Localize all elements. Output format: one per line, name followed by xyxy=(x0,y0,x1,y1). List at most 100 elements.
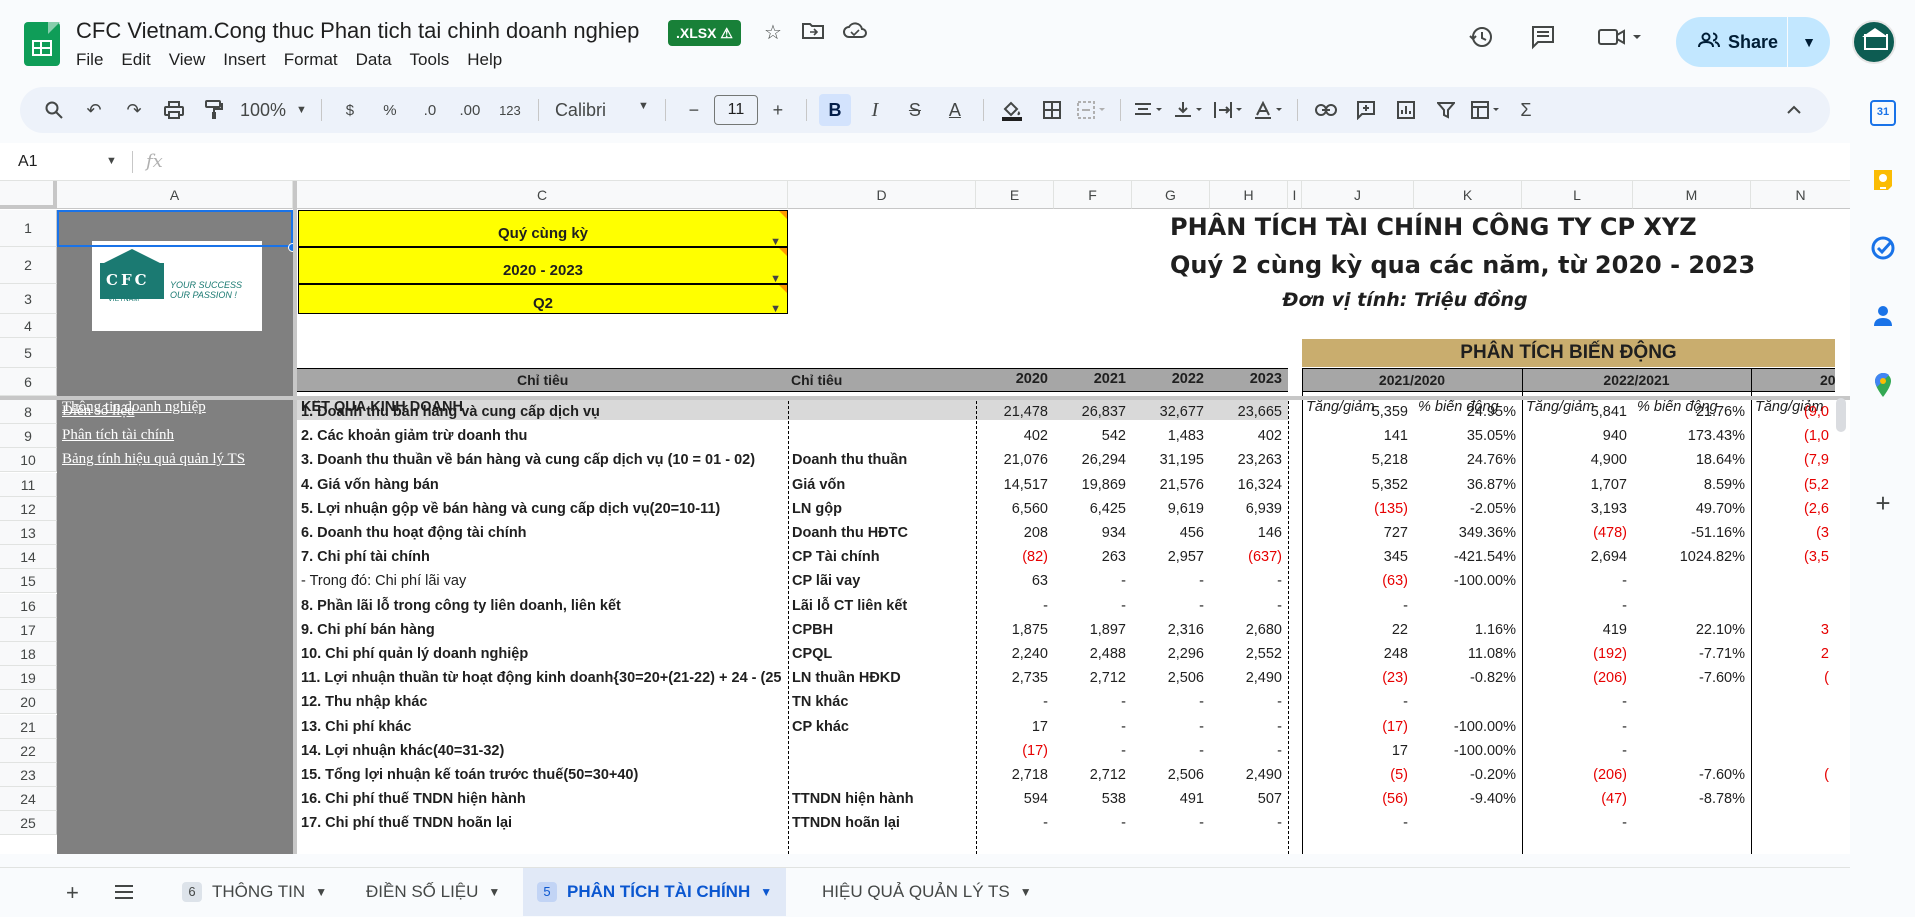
comments-icon[interactable] xyxy=(1526,24,1560,58)
increase-decimal-button[interactable]: .00 xyxy=(454,94,486,126)
horizontal-align-icon[interactable] xyxy=(1133,94,1165,126)
sheet-tab-dropdown-icon[interactable]: ▼ xyxy=(315,885,327,899)
row-header-25[interactable]: 25 xyxy=(0,811,57,836)
column-header-m[interactable]: M xyxy=(1633,181,1751,209)
sheet-tab-hieu-qua-quan-ly-ts[interactable]: HIỆU QUẢ QUẢN LÝ TS ▼ xyxy=(808,868,1046,916)
frozen-rows-divider[interactable] xyxy=(0,396,1850,400)
maps-icon[interactable] xyxy=(1870,372,1896,398)
column-header-a[interactable]: A xyxy=(57,181,293,209)
insert-link-icon[interactable] xyxy=(1310,94,1342,126)
tasks-icon[interactable] xyxy=(1870,236,1896,262)
share-dropdown-icon[interactable]: ▼ xyxy=(1788,34,1830,50)
sheet-tab-dropdown-icon[interactable]: ▼ xyxy=(1020,885,1032,899)
name-box[interactable]: A1 xyxy=(18,153,38,171)
italic-button[interactable]: I xyxy=(859,94,891,126)
column-header-l[interactable]: L xyxy=(1522,181,1633,209)
row-header-5[interactable]: 5 xyxy=(0,338,57,368)
share-button[interactable]: Share ▼ xyxy=(1676,17,1830,67)
document-title[interactable]: CFC Vietnam.Cong thuc Phan tich tai chin… xyxy=(76,18,639,44)
strikethrough-button[interactable]: S xyxy=(899,94,931,126)
contacts-icon[interactable] xyxy=(1870,304,1896,330)
insert-chart-icon[interactable] xyxy=(1390,94,1422,126)
undo-icon[interactable]: ↶ xyxy=(78,94,110,126)
sheet-tab-thong-tin[interactable]: 6 THÔNG TIN ▼ xyxy=(168,868,341,916)
row-header-15[interactable]: 15 xyxy=(0,569,57,594)
sheet-tab-dropdown-icon[interactable]: ▼ xyxy=(760,885,772,899)
column-header-c[interactable]: C xyxy=(297,181,788,209)
row-header-17[interactable]: 17 xyxy=(0,617,57,642)
row-header-6[interactable]: 6 xyxy=(0,368,57,396)
share-main-button[interactable]: Share xyxy=(1676,17,1788,67)
column-header-f[interactable]: F xyxy=(1054,181,1132,209)
row-header-16[interactable]: 16 xyxy=(0,593,57,618)
meet-icon[interactable] xyxy=(1592,24,1648,58)
filter-icon[interactable] xyxy=(1430,94,1462,126)
sheet-tab-dien-so-lieu[interactable]: ĐIỀN SỐ LIỆU ▼ xyxy=(352,868,514,916)
selected-cell-a1[interactable] xyxy=(57,210,293,247)
xlsx-badge[interactable]: .XLSX ⚠ xyxy=(668,20,741,46)
keep-icon[interactable] xyxy=(1870,168,1896,194)
borders-icon[interactable] xyxy=(1036,94,1068,126)
all-sheets-icon[interactable] xyxy=(114,880,134,906)
column-header-h[interactable]: H xyxy=(1210,181,1288,209)
row-header-18[interactable]: 18 xyxy=(0,642,57,666)
select-all-corner[interactable] xyxy=(0,181,57,209)
row-header-9[interactable]: 9 xyxy=(0,424,57,449)
row-header-4[interactable]: 4 xyxy=(0,314,57,338)
fill-color-icon[interactable] xyxy=(996,94,1028,126)
row-header-10[interactable]: 10 xyxy=(0,448,57,473)
filter-views-icon[interactable] xyxy=(1470,94,1502,126)
period-selector-dropdown-icon[interactable]: ▼ xyxy=(770,290,781,328)
period-selector-0[interactable]: Quý cùng kỳ ▼ xyxy=(298,210,788,248)
zoom-select[interactable]: 100% ▼ xyxy=(234,100,313,121)
menu-format[interactable]: Format xyxy=(284,50,348,70)
more-formats-button[interactable]: 123 xyxy=(494,94,526,126)
row-header-11[interactable]: 11 xyxy=(0,472,57,497)
vertical-scrollbar[interactable] xyxy=(1836,398,1846,432)
sheet-tab-phan-tich-tai-chinh[interactable]: 5 PHÂN TÍCH TÀI CHÍNH ▼ xyxy=(523,868,787,916)
sheets-logo-icon[interactable] xyxy=(24,22,60,66)
row-header-21[interactable]: 21 xyxy=(0,714,57,739)
calendar-icon[interactable]: 31 xyxy=(1870,100,1896,126)
font-select[interactable]: Calibri ▼ xyxy=(547,100,657,121)
period-selector-1[interactable]: 2020 - 2023 ▼ xyxy=(298,247,788,285)
menu-view[interactable]: View xyxy=(169,50,216,70)
version-history-icon[interactable] xyxy=(1464,24,1498,58)
menu-data[interactable]: Data xyxy=(356,50,402,70)
vertical-align-icon[interactable] xyxy=(1173,94,1205,126)
decrease-font-size-icon[interactable]: − xyxy=(678,94,710,126)
row-header-14[interactable]: 14 xyxy=(0,545,57,570)
move-folder-icon[interactable] xyxy=(800,20,826,46)
row-header-20[interactable]: 20 xyxy=(0,690,57,715)
row-header-19[interactable]: 19 xyxy=(0,666,57,691)
print-icon[interactable] xyxy=(158,94,190,126)
collapse-toolbar-icon[interactable] xyxy=(1778,94,1810,126)
name-box-dropdown-icon[interactable]: ▼ xyxy=(106,155,117,167)
row-header-1[interactable]: 1 xyxy=(0,210,57,247)
decrease-decimal-button[interactable]: .0 xyxy=(414,94,446,126)
column-header-g[interactable]: G xyxy=(1132,181,1210,209)
column-header-n[interactable]: N xyxy=(1751,181,1850,209)
percent-format-button[interactable]: % xyxy=(374,94,406,126)
insert-comment-icon[interactable] xyxy=(1350,94,1382,126)
increase-font-size-icon[interactable]: + xyxy=(762,94,794,126)
column-header-d[interactable]: D xyxy=(788,181,976,209)
menu-insert[interactable]: Insert xyxy=(223,50,276,70)
menu-file[interactable]: File xyxy=(76,50,113,70)
sheet-tab-dropdown-icon[interactable]: ▼ xyxy=(488,885,500,899)
menu-edit[interactable]: Edit xyxy=(121,50,160,70)
account-avatar[interactable] xyxy=(1852,20,1896,64)
menu-tools[interactable]: Tools xyxy=(410,50,460,70)
row-header-13[interactable]: 13 xyxy=(0,521,57,545)
column-header-j[interactable]: J xyxy=(1302,181,1414,209)
column-header-i[interactable]: I xyxy=(1288,181,1302,209)
spreadsheet-grid[interactable]: ACDEFGHIJKLMN123456789101112131415161718… xyxy=(0,181,1850,854)
search-menus-icon[interactable] xyxy=(38,94,70,126)
row-header-3[interactable]: 3 xyxy=(0,284,57,314)
column-header-e[interactable]: E xyxy=(976,181,1054,209)
row-header-23[interactable]: 23 xyxy=(0,763,57,787)
merge-cells-icon[interactable] xyxy=(1076,94,1108,126)
frozen-columns-divider[interactable] xyxy=(293,181,297,854)
text-wrapping-icon[interactable] xyxy=(1213,94,1245,126)
row-header-22[interactable]: 22 xyxy=(0,738,57,763)
